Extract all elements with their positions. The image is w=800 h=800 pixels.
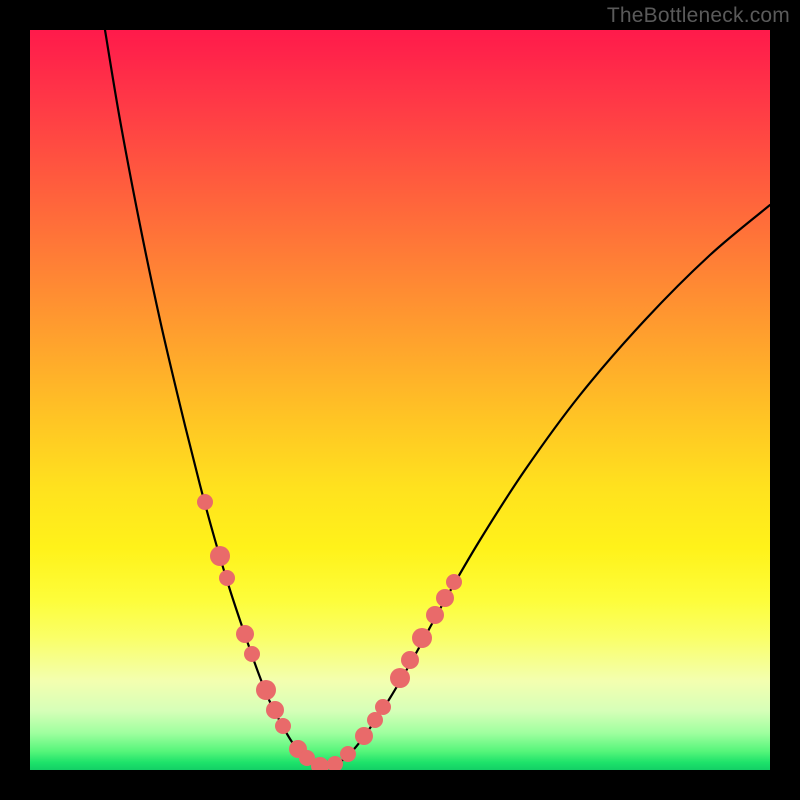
data-dot	[375, 699, 391, 715]
data-dot	[210, 546, 230, 566]
data-dot	[219, 570, 235, 586]
data-dot	[436, 589, 454, 607]
data-dot	[275, 718, 291, 734]
data-dot	[390, 668, 410, 688]
data-dot	[340, 746, 356, 762]
data-dot	[412, 628, 432, 648]
curves-svg	[30, 30, 770, 770]
left-curve	[105, 30, 325, 768]
data-dot	[236, 625, 254, 643]
data-dot	[446, 574, 462, 590]
data-dot	[197, 494, 213, 510]
data-dot	[355, 727, 373, 745]
data-dot	[266, 701, 284, 719]
watermark-text: TheBottleneck.com	[607, 4, 790, 28]
data-dot	[401, 651, 419, 669]
chart-frame: TheBottleneck.com	[0, 0, 800, 800]
data-dot	[426, 606, 444, 624]
data-dot	[244, 646, 260, 662]
dot-group	[197, 494, 462, 770]
plot-area	[30, 30, 770, 770]
curve-group	[105, 30, 770, 768]
data-dot	[327, 756, 343, 770]
data-dot	[256, 680, 276, 700]
